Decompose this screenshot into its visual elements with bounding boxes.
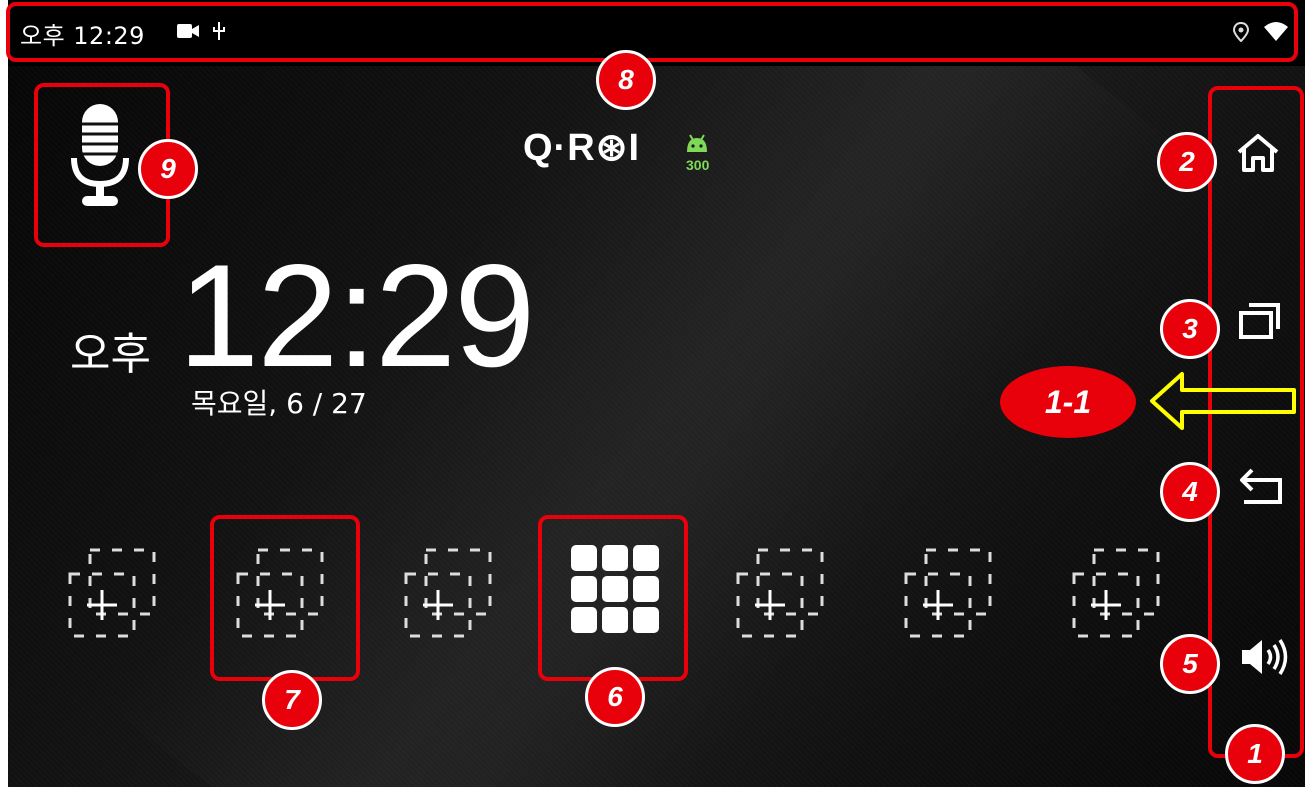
clock-date: 목요일, 6 / 27 xyxy=(191,387,367,420)
annotation-badge-4: 4 xyxy=(1160,462,1220,522)
annotation-badge-5: 5 xyxy=(1160,634,1220,694)
add-shortcut-icon[interactable] xyxy=(64,544,160,640)
annotation-badge-8: 8 xyxy=(596,50,656,110)
annotation-badge-2: 2 xyxy=(1157,132,1217,192)
add-shortcut-icon[interactable] xyxy=(400,544,496,640)
android-icon xyxy=(687,134,707,152)
qroi-logo: Q·R⊛I xyxy=(523,127,641,169)
annotation-arrow-icon xyxy=(1150,372,1296,430)
add-shortcut-icon[interactable] xyxy=(1068,544,1164,640)
clock-time: 12:29 xyxy=(178,234,535,397)
logo-version-badge: 300 xyxy=(686,157,710,173)
annotation-badge-3: 3 xyxy=(1160,299,1220,359)
add-shortcut-icon[interactable] xyxy=(900,544,996,640)
annotation-box-shortcut xyxy=(210,515,360,681)
annotation-box-app-grid xyxy=(538,515,688,681)
annotation-badge-1: 1 xyxy=(1225,724,1285,784)
add-shortcut-icon[interactable] xyxy=(732,544,828,640)
annotation-box-status-bar xyxy=(6,2,1298,62)
annotation-badge-7: 7 xyxy=(262,670,322,730)
annotation-callout-1-1: 1-1 xyxy=(1000,366,1136,438)
annotation-badge-6: 6 xyxy=(585,667,645,727)
annotation-badge-9: 9 xyxy=(138,139,198,199)
clock-ampm: 오후 xyxy=(70,329,151,380)
